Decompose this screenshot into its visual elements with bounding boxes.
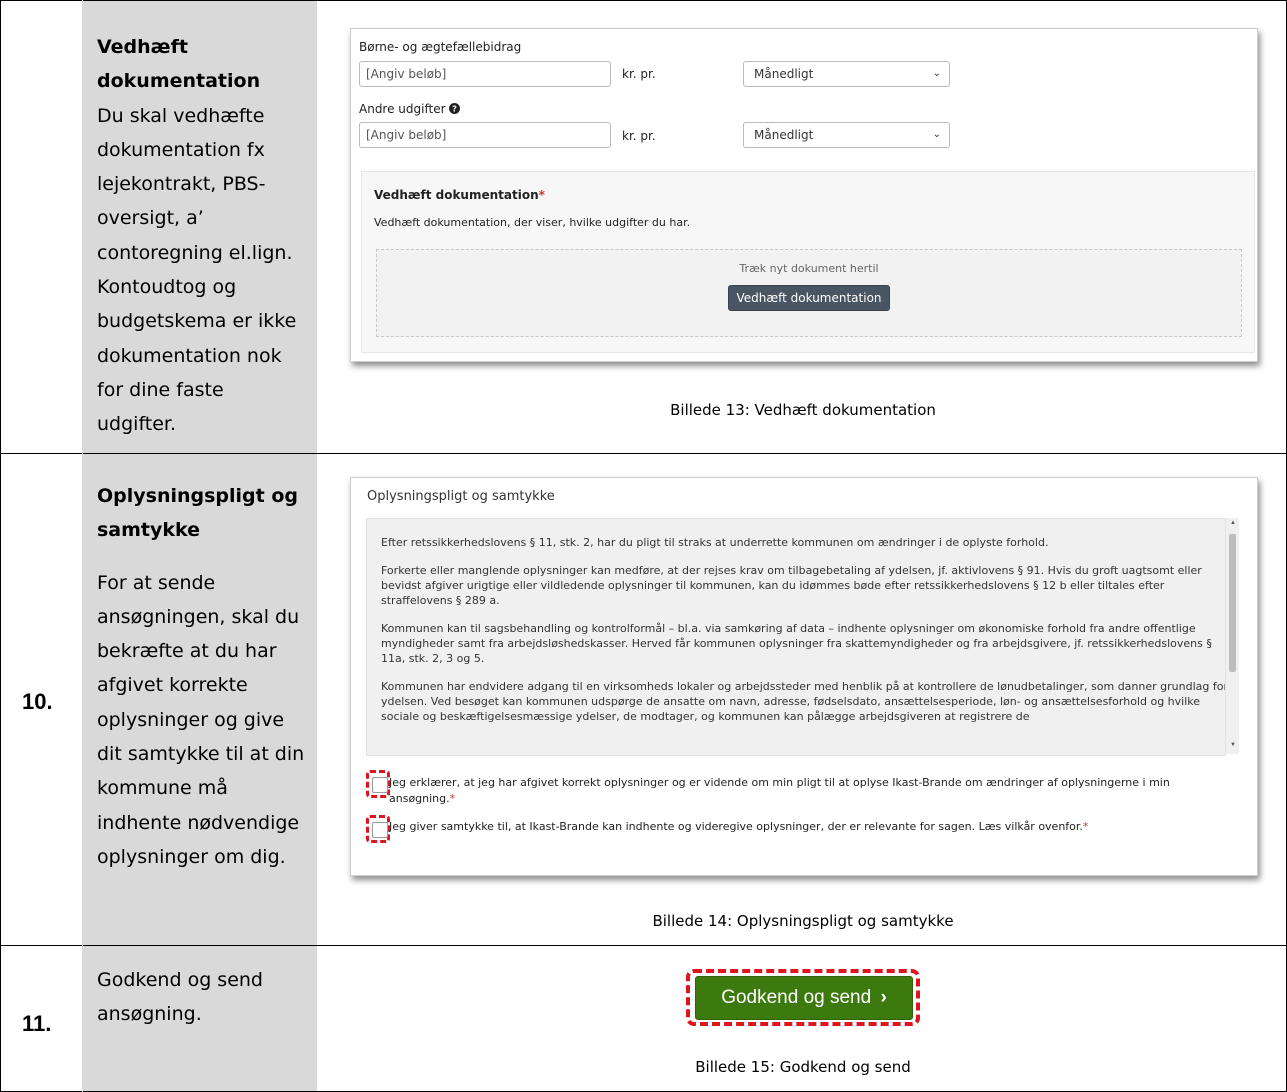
scroll-down-icon[interactable]: ▼ (1230, 742, 1236, 748)
figure-caption: Billede 15: Godkend og send (695, 1058, 911, 1076)
declaration-checkbox[interactable] (372, 777, 388, 793)
terms-paragraph: Kommunen har endvidere adgang til en vir… (381, 680, 1226, 723)
declaration-label: Jeg erklærer, at jeg har afgivet korrekt… (389, 776, 1170, 805)
attach-documentation-button[interactable]: Vedhæft dokumentation (728, 285, 890, 311)
row-body: Du skal vedhæfte dokumentation fx lejeko… (97, 104, 297, 436)
row-instructions: Vedhæft dokumentation Du skal vedhæfte d… (97, 30, 307, 442)
screenshot-consent: Oplysningspligt og samtykke Efter retssi… (350, 477, 1258, 876)
row-divider (0, 945, 1287, 946)
dropzone[interactable]: Træk nyt dokument hertil Vedhæft dokumen… (376, 249, 1242, 337)
select-value: Månedligt (754, 67, 814, 81)
chevron-down-icon: ⌄ (932, 129, 941, 140)
field-label: Andre udgifter ? (359, 102, 461, 116)
submit-button[interactable]: Godkend og send › (695, 976, 913, 1020)
row-instructions: Godkend og send ansøgning. (97, 963, 307, 1032)
screenshot-attach-documentation: Børne- og ægtefællebidrag [Angiv beløb] … (350, 28, 1258, 362)
unit-label: kr. pr. (622, 67, 656, 81)
terms-paragraph: Kommunen kan til sagsbehandling og kontr… (381, 622, 1212, 665)
chevron-down-icon: ⌄ (932, 68, 941, 79)
amount-input[interactable]: [Angiv beløb] (359, 61, 611, 87)
figure-caption: Billede 13: Vedhæft dokumentation (670, 401, 936, 419)
consent-label: Jeg giver samtykke til, at Ikast-Brande … (389, 820, 1089, 833)
amount-input[interactable]: [Angiv beløb] (359, 122, 611, 148)
scrollbar-thumb[interactable] (1229, 534, 1236, 672)
row-number: 11. (22, 1011, 52, 1036)
row-instructions: Oplysningspligt og samtykke For at sende… (97, 479, 307, 874)
chevron-right-icon: › (880, 987, 887, 1008)
row-title: Vedhæft dokumentation (97, 36, 261, 93)
highlight-checkbox (366, 815, 390, 843)
row-body: For at sende ansøgningen, skal du bekræf… (97, 571, 305, 868)
row-divider (0, 453, 1287, 454)
unit-label: kr. pr. (622, 129, 656, 143)
svg-text:?: ? (452, 104, 457, 114)
attachment-panel: Vedhæft dokumentation* Vedhæft dokumenta… (361, 171, 1255, 353)
section-header: Oplysningspligt og samtykke (367, 489, 555, 504)
panel-title: Vedhæft dokumentation* (374, 188, 545, 202)
panel-description: Vedhæft dokumentation, der viser, hvilke… (374, 216, 691, 229)
scroll-up-icon[interactable]: ▲ (1230, 520, 1236, 526)
help-icon[interactable]: ? (449, 103, 461, 114)
terms-paragraph: Efter retssikkerhedslovens § 11, stk. 2,… (381, 536, 1049, 549)
highlight-checkbox (366, 770, 390, 798)
frequency-select[interactable]: Månedligt ⌄ (743, 122, 950, 148)
row-title: Oplysningspligt og samtykke (97, 485, 299, 542)
terms-paragraph: Forkerte eller manglende oplysninger kan… (381, 564, 1202, 607)
row-number: 10. (22, 689, 53, 714)
row-body: Godkend og send ansøgning. (97, 969, 263, 1026)
scrollbar[interactable]: ▲ ▼ (1226, 518, 1239, 754)
field-label: Børne- og ægtefællebidrag (359, 40, 522, 54)
consent-checkbox[interactable] (372, 822, 388, 838)
figure-caption: Billede 14: Oplysningspligt og samtykke (652, 912, 954, 930)
dropzone-text: Træk nyt dokument hertil (739, 262, 879, 275)
select-value: Månedligt (754, 128, 814, 142)
terms-text: Efter retssikkerhedslovens § 11, stk. 2,… (366, 518, 1226, 756)
frequency-select[interactable]: Månedligt ⌄ (743, 61, 950, 87)
